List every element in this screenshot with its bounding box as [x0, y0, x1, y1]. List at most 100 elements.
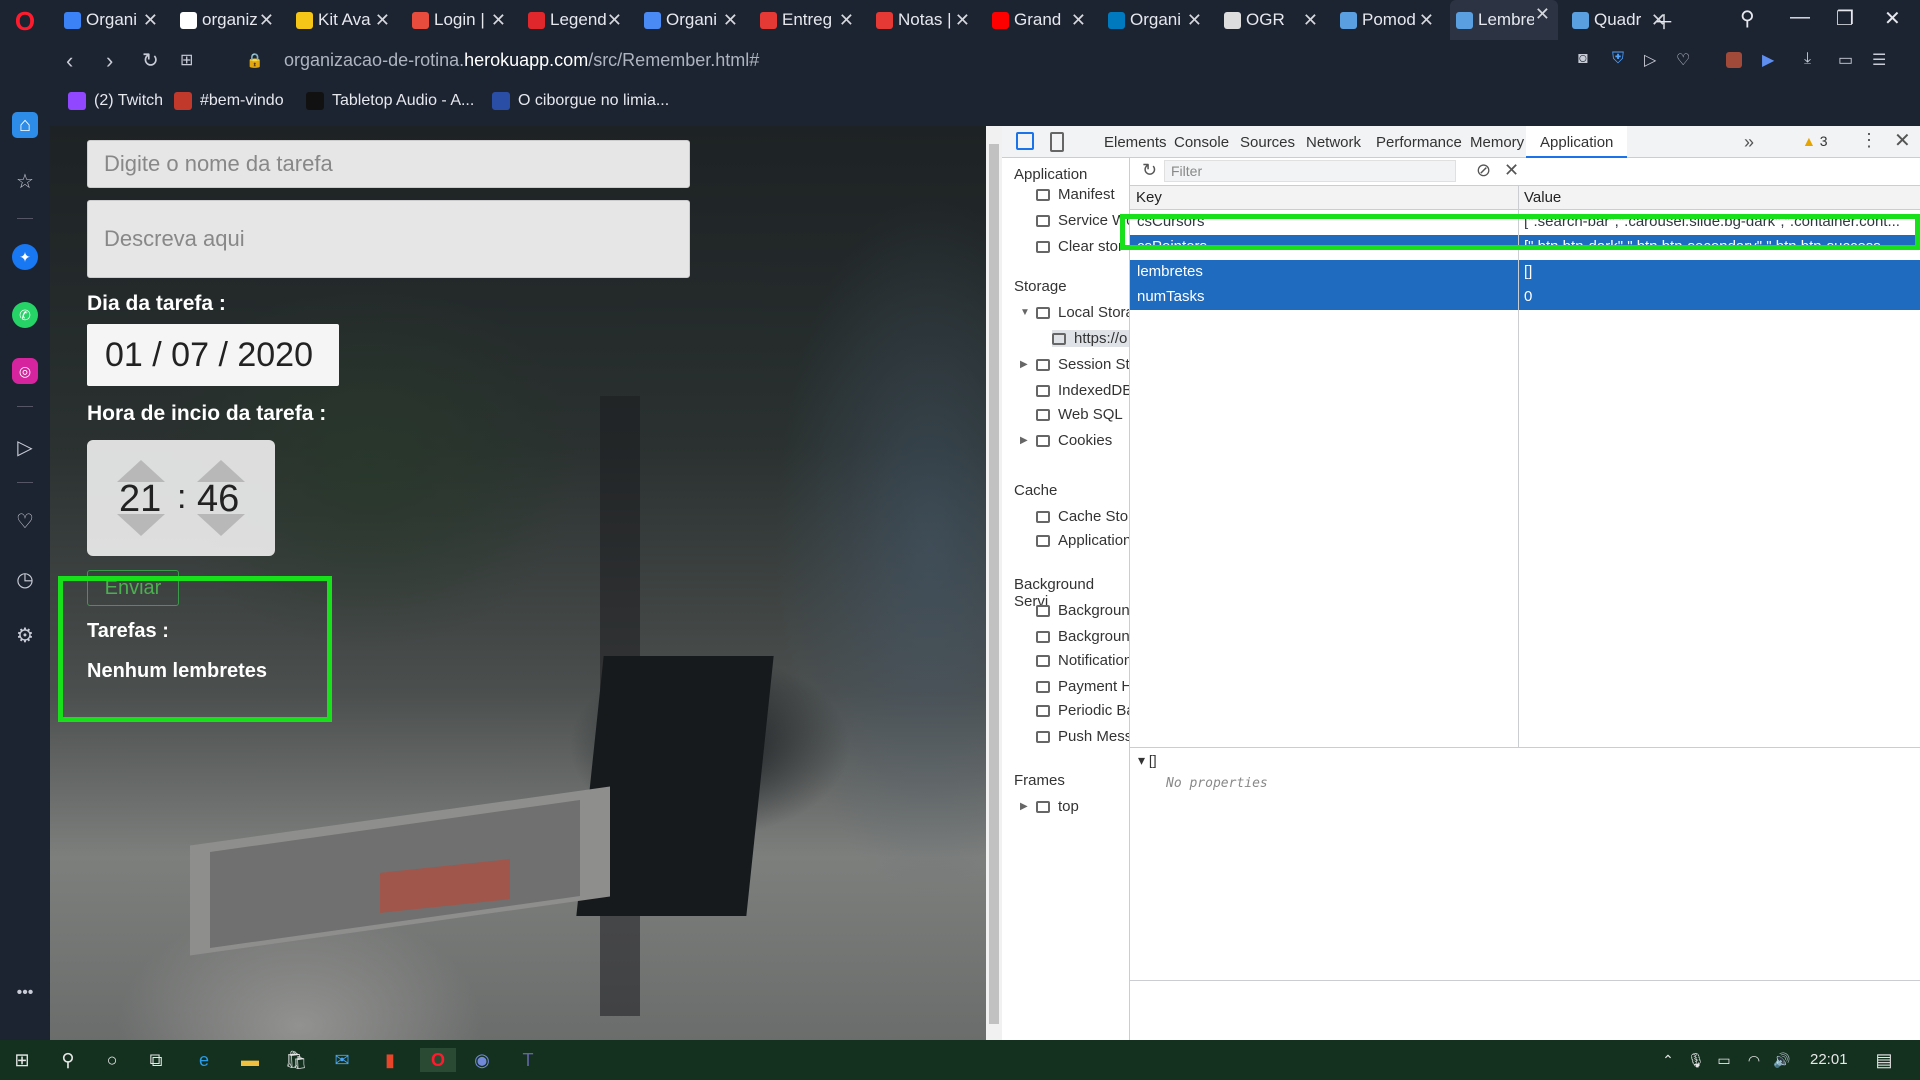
- more-tabs-icon[interactable]: »: [1744, 132, 1754, 153]
- date-input[interactable]: 01 / 07 / 2020: [87, 324, 339, 386]
- tab[interactable]: Grand ✕: [986, 6, 1094, 34]
- restore-icon[interactable]: ❐: [1836, 6, 1854, 31]
- expand-down-icon[interactable]: ▼: [1020, 307, 1030, 318]
- task-name-input[interactable]: Digite o nome da tarefa: [87, 140, 690, 188]
- edge-icon[interactable]: e: [192, 1048, 216, 1072]
- file-explorer-icon[interactable]: ▬: [238, 1048, 262, 1072]
- messenger-icon[interactable]: ✦: [12, 244, 38, 270]
- minimize-icon[interactable]: —: [1790, 6, 1810, 29]
- easy-setup-icon[interactable]: ☰: [1872, 50, 1886, 70]
- inspect-icon[interactable]: [1016, 132, 1034, 150]
- sidebar-item[interactable]: Application: [1036, 532, 1129, 549]
- close-tab-icon[interactable]: ✕: [375, 10, 390, 31]
- tab[interactable]: OGR ✕: [1218, 6, 1326, 34]
- refresh-icon[interactable]: ↻: [1142, 160, 1157, 181]
- clear-all-icon[interactable]: ⊘: [1476, 160, 1491, 181]
- more-icon[interactable]: •••: [12, 980, 38, 1006]
- microphone-icon[interactable]: 🎙: [1684, 1048, 1708, 1072]
- extension-icon[interactable]: [1726, 52, 1742, 68]
- sidebar-item[interactable]: Local Stora: [1036, 304, 1129, 321]
- windows-start-icon[interactable]: ⊞: [10, 1048, 34, 1072]
- search-icon[interactable]: ⚲: [56, 1048, 80, 1072]
- devtools-tab-network[interactable]: Network: [1306, 134, 1361, 151]
- page-scrollbar[interactable]: [986, 126, 1002, 1040]
- extension-arrow-icon[interactable]: ▶: [1762, 50, 1774, 70]
- device-toolbar-icon[interactable]: [1050, 132, 1064, 152]
- close-tab-icon[interactable]: ✕: [1303, 10, 1318, 31]
- sidebar-item[interactable]: Session Sto: [1036, 356, 1129, 373]
- filter-input[interactable]: Filter: [1164, 160, 1456, 182]
- tab[interactable]: Legend ✕: [522, 6, 630, 34]
- store-icon[interactable]: 🛍: [284, 1048, 308, 1072]
- devtools-tab-application[interactable]: Application: [1526, 126, 1628, 158]
- opera-logo-icon[interactable]: O: [12, 6, 38, 36]
- sidebar-item[interactable]: top: [1036, 798, 1079, 815]
- tab[interactable]: Kit Ava ✕: [290, 6, 398, 34]
- devtools-tab-elements[interactable]: Elements: [1104, 134, 1167, 151]
- sidebar-item[interactable]: Notification: [1036, 652, 1129, 669]
- close-tab-icon[interactable]: ✕: [723, 10, 738, 31]
- bookmark-item[interactable]: Tabletop Audio - A...: [306, 92, 474, 110]
- tray-overflow-icon[interactable]: ⌃: [1656, 1048, 1680, 1072]
- devtools-tab-console[interactable]: Console: [1174, 134, 1229, 151]
- time-picker[interactable]: 21 : 46: [87, 440, 275, 556]
- forward-icon[interactable]: ›: [106, 48, 113, 74]
- volume-icon[interactable]: 🔊: [1770, 1048, 1794, 1072]
- clock[interactable]: 22:01: [1810, 1051, 1848, 1068]
- sidebar-item[interactable]: Service Wo: [1036, 212, 1129, 229]
- table-row[interactable]: lembretes []: [1130, 260, 1920, 285]
- speed-dial-icon[interactable]: ⊞: [180, 50, 193, 70]
- sidebar-item[interactable]: https://o: [1052, 330, 1129, 347]
- close-window-icon[interactable]: ✕: [1884, 6, 1901, 31]
- warnings-badge[interactable]: ▲ 3: [1802, 133, 1828, 149]
- sidebar-item[interactable]: Cache Stor: [1036, 508, 1129, 525]
- devtools-tab-sources[interactable]: Sources: [1240, 134, 1295, 151]
- sidebar-item[interactable]: IndexedDB: [1036, 382, 1129, 399]
- sidebar-item[interactable]: Push Mess: [1036, 728, 1129, 745]
- battery-icon[interactable]: ▭: [1712, 1048, 1736, 1072]
- close-tab-icon[interactable]: ✕: [607, 10, 622, 31]
- tab-search-icon[interactable]: ⚲: [1740, 6, 1755, 31]
- close-tab-icon[interactable]: ✕: [143, 10, 158, 31]
- task-view-icon[interactable]: ⧉: [144, 1048, 168, 1072]
- tab[interactable]: Login | ✕: [406, 6, 514, 34]
- scrollbar-thumb[interactable]: [989, 144, 999, 1024]
- close-tab-icon[interactable]: ✕: [839, 10, 854, 31]
- home-icon[interactable]: ⌂: [12, 112, 38, 138]
- expand-right-icon[interactable]: ▶: [1020, 359, 1028, 370]
- expand-right-icon[interactable]: ▶: [1020, 801, 1028, 812]
- tab[interactable]: Organi ✕: [638, 6, 746, 34]
- close-devtools-icon[interactable]: ✕: [1894, 128, 1911, 153]
- back-icon[interactable]: ‹: [66, 48, 73, 74]
- teams-icon[interactable]: T: [516, 1048, 540, 1072]
- camera-icon[interactable]: ◙: [1578, 50, 1588, 68]
- mail-icon[interactable]: ✉: [330, 1048, 354, 1072]
- tab[interactable]: Organi ✕: [1102, 6, 1210, 34]
- value-column-header[interactable]: Value: [1524, 189, 1561, 206]
- devtools-tab-memory[interactable]: Memory: [1470, 134, 1524, 151]
- notifications-icon[interactable]: ▤: [1872, 1048, 1896, 1072]
- close-tab-icon[interactable]: ✕: [955, 10, 970, 31]
- delete-selected-icon[interactable]: ✕: [1504, 160, 1519, 181]
- close-tab-icon[interactable]: ✕: [491, 10, 506, 31]
- tab[interactable]: organiz ✕: [174, 6, 282, 34]
- sidebar-item[interactable]: Backgroun: [1036, 628, 1129, 645]
- heart-icon[interactable]: ♡: [1676, 50, 1690, 70]
- sidebar-item[interactable]: Payment H: [1036, 678, 1129, 695]
- devtools-menu-icon[interactable]: ⋮: [1860, 130, 1878, 151]
- sidebar-item[interactable]: Periodic Ba: [1036, 702, 1129, 719]
- settings-icon[interactable]: ⚙: [12, 622, 38, 648]
- send-icon[interactable]: ▷: [12, 434, 38, 460]
- sidebar-item[interactable]: Manifest: [1036, 186, 1115, 203]
- reload-icon[interactable]: ↻: [142, 48, 159, 73]
- cortana-icon[interactable]: ○: [100, 1048, 124, 1072]
- tab[interactable]: Organi ✕: [58, 6, 166, 34]
- bookmark-item[interactable]: O ciborgue no limia...: [492, 92, 669, 110]
- new-tab-icon[interactable]: ＋: [1654, 6, 1674, 35]
- task-description-textarea[interactable]: Descreva aqui: [87, 200, 690, 278]
- close-tab-icon[interactable]: ✕: [1071, 10, 1086, 31]
- tab[interactable]: Lembre ✕: [1450, 0, 1558, 40]
- sidebar-item[interactable]: Clear stor: [1036, 238, 1123, 255]
- send-icon[interactable]: ▷: [1644, 50, 1656, 70]
- battery-saver-icon[interactable]: ▭: [1838, 50, 1853, 70]
